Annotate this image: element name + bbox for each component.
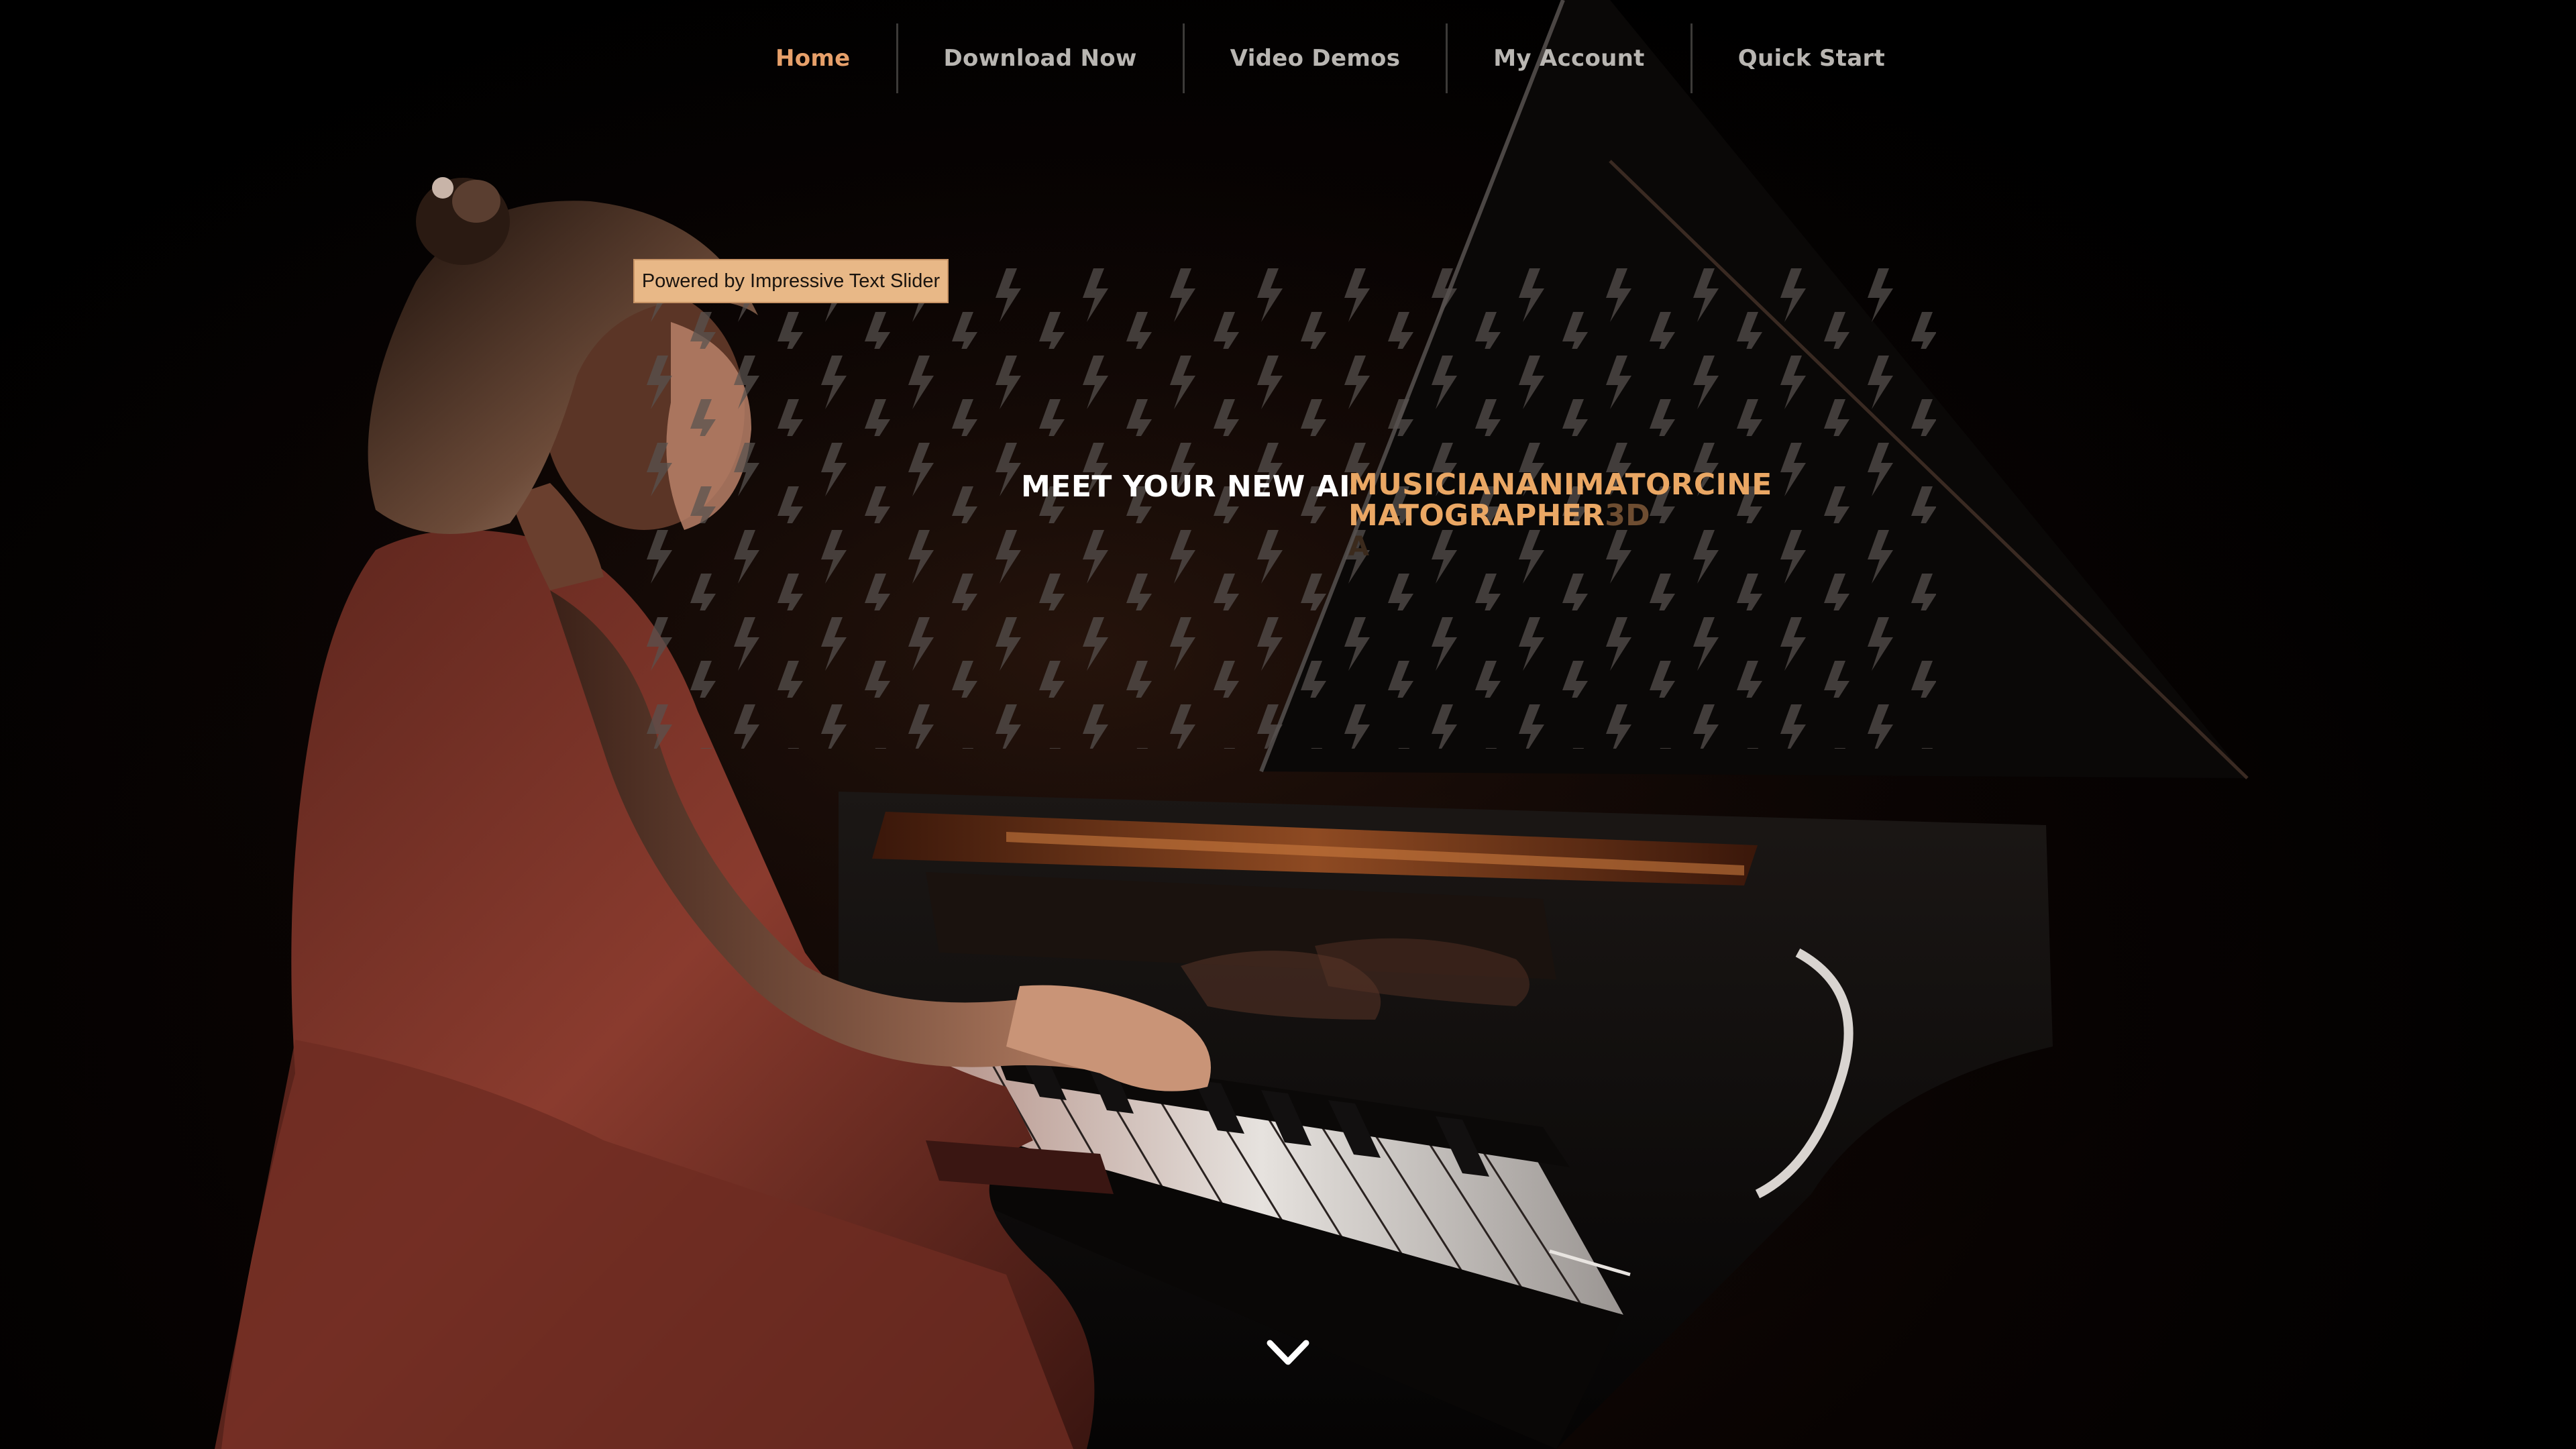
nav-video-demos[interactable]: Video Demos [1185,23,1446,93]
chevron-down-icon [1267,1340,1309,1365]
rotating-text-line-1: MUSICIANANIMATORCINE [1348,468,1772,502]
headline-rotating-text: MUSICIANANIMATORCINE MATOGRAPHER3D A [1348,468,1772,563]
lightning-pattern-panel [633,262,1936,749]
rotating-text-line-3: A [1348,531,1370,562]
lightning-bolt-icon [633,262,1936,749]
nav-download-now[interactable]: Download Now [898,23,1183,93]
top-navigation: Home Download Now Video Demos My Account… [730,0,1931,117]
rotating-text-line-2-fade: 3D [1605,498,1650,533]
nav-home[interactable]: Home [730,23,896,93]
headline-static-text: MEET YOUR NEW AI [1021,470,1351,504]
scroll-down-button[interactable] [1265,1336,1311,1371]
hero-section: Home Download Now Video Demos My Account… [0,0,2576,1449]
powered-by-badge[interactable]: Powered by Impressive Text Slider [633,259,949,303]
nav-my-account[interactable]: My Account [1448,23,1690,93]
rotating-text-line-2-main: MATOGRAPHER [1348,498,1605,533]
rotating-text-line-2: MATOGRAPHER3D [1348,500,1724,531]
nav-quick-start[interactable]: Quick Start [1693,23,1931,93]
